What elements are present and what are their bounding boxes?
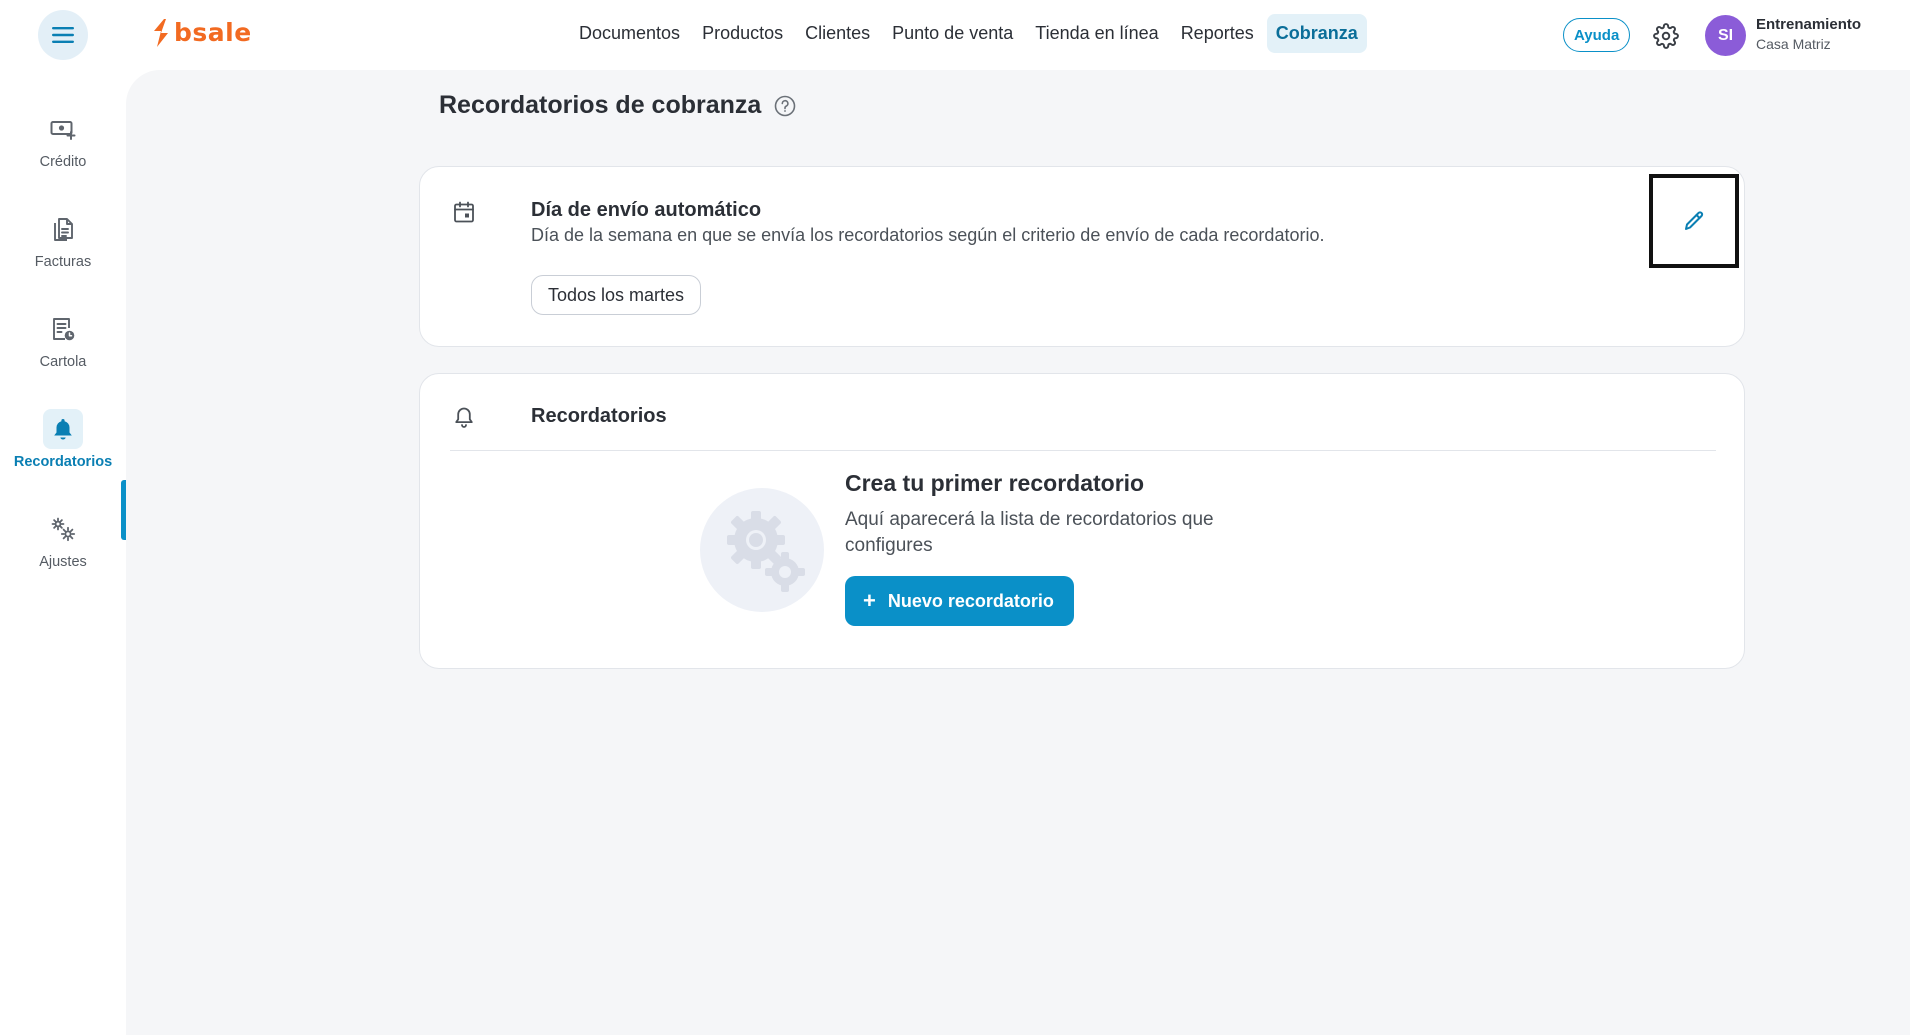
sidebar-item-label: Ajustes (39, 553, 87, 570)
money-add-icon (50, 120, 76, 140)
nav-tienda-en-linea[interactable]: Tienda en línea (1026, 14, 1167, 53)
menu-button[interactable] (38, 10, 88, 60)
auto-send-card: Día de envío automático Día de la semana… (419, 166, 1745, 347)
sidebar-item-ajustes[interactable]: Ajustes (0, 494, 126, 584)
nav-punto-de-venta[interactable]: Punto de venta (883, 14, 1022, 53)
main-content: Recordatorios de cobranza Día de envío a… (126, 70, 1910, 1035)
help-button[interactable]: Ayuda (1563, 18, 1631, 52)
plus-icon: + (863, 588, 876, 613)
new-reminder-button[interactable]: + Nuevo recordatorio (845, 576, 1074, 626)
send-day-chip: Todos los martes (531, 275, 702, 315)
nav-reportes[interactable]: Reportes (1172, 14, 1263, 53)
sidebar-item-label: Facturas (34, 253, 92, 270)
sidebar-item-recordatorios[interactable]: Recordatorios (0, 394, 126, 484)
main-nav: Documentos Productos Clientes Punto de v… (570, 14, 1367, 53)
brand-logo[interactable]: bsale (152, 18, 252, 47)
auto-send-description: Día de la semana en que se envía los rec… (531, 225, 1325, 245)
gear-icon (1653, 23, 1679, 49)
sidebar-item-credito[interactable]: Crédito (0, 94, 126, 184)
hamburger-icon (52, 27, 74, 43)
divider (450, 450, 1716, 451)
gears-icon (51, 517, 76, 541)
top-bar: bsale Documentos Productos Clientes Punt… (0, 0, 1910, 70)
sidebar-item-label: Recordatorios (13, 453, 113, 470)
nav-documentos[interactable]: Documentos (570, 14, 689, 53)
pencil-icon (1685, 211, 1704, 230)
page-title: Recordatorios de cobranza (439, 91, 762, 119)
nav-clientes[interactable]: Clientes (796, 14, 879, 53)
statement-clock-icon (53, 317, 75, 340)
auto-send-title: Día de envío automático (531, 199, 762, 221)
account-name: Entrenamiento (1756, 16, 1862, 33)
sidebar-item-label: Cartola (39, 353, 87, 370)
sidebar: Crédito Facturas Cartola Recordatorios A… (0, 70, 126, 1035)
reminders-title: Recordatorios (531, 405, 667, 427)
account-branch: Casa Matriz (1756, 36, 1831, 52)
bolt-logo-icon (154, 18, 168, 47)
nav-productos[interactable]: Productos (693, 14, 792, 53)
sidebar-item-facturas[interactable]: Facturas (0, 194, 126, 284)
bell-outline-icon (455, 407, 473, 428)
empty-state-title: Crea tu primer recordatorio (845, 470, 1145, 496)
reminders-card: Recordatorios Crea tu primer recordatori… (419, 373, 1745, 669)
new-reminder-label: Nuevo recordatorio (887, 590, 1054, 611)
calendar-icon (454, 201, 474, 223)
account-info[interactable]: Entrenamiento Casa Matriz (1756, 16, 1896, 52)
settings-button[interactable] (1650, 20, 1682, 52)
sidebar-item-label: Crédito (39, 153, 87, 170)
nav-cobranza[interactable]: Cobranza (1266, 14, 1367, 53)
documents-icon (54, 217, 73, 241)
user-avatar[interactable]: SI (1705, 15, 1746, 56)
gears-illustration-icon (700, 488, 824, 612)
empty-state-description: Aquí aparecerá la lista de recordatorios… (845, 509, 1214, 556)
page-header: Recordatorios de cobranza (439, 91, 797, 120)
brand-name: bsale (174, 18, 252, 47)
bell-icon (54, 418, 72, 440)
sidebar-item-cartola[interactable]: Cartola (0, 294, 126, 384)
help-circle-icon[interactable] (773, 94, 797, 118)
edit-send-day-button[interactable] (1649, 174, 1739, 268)
